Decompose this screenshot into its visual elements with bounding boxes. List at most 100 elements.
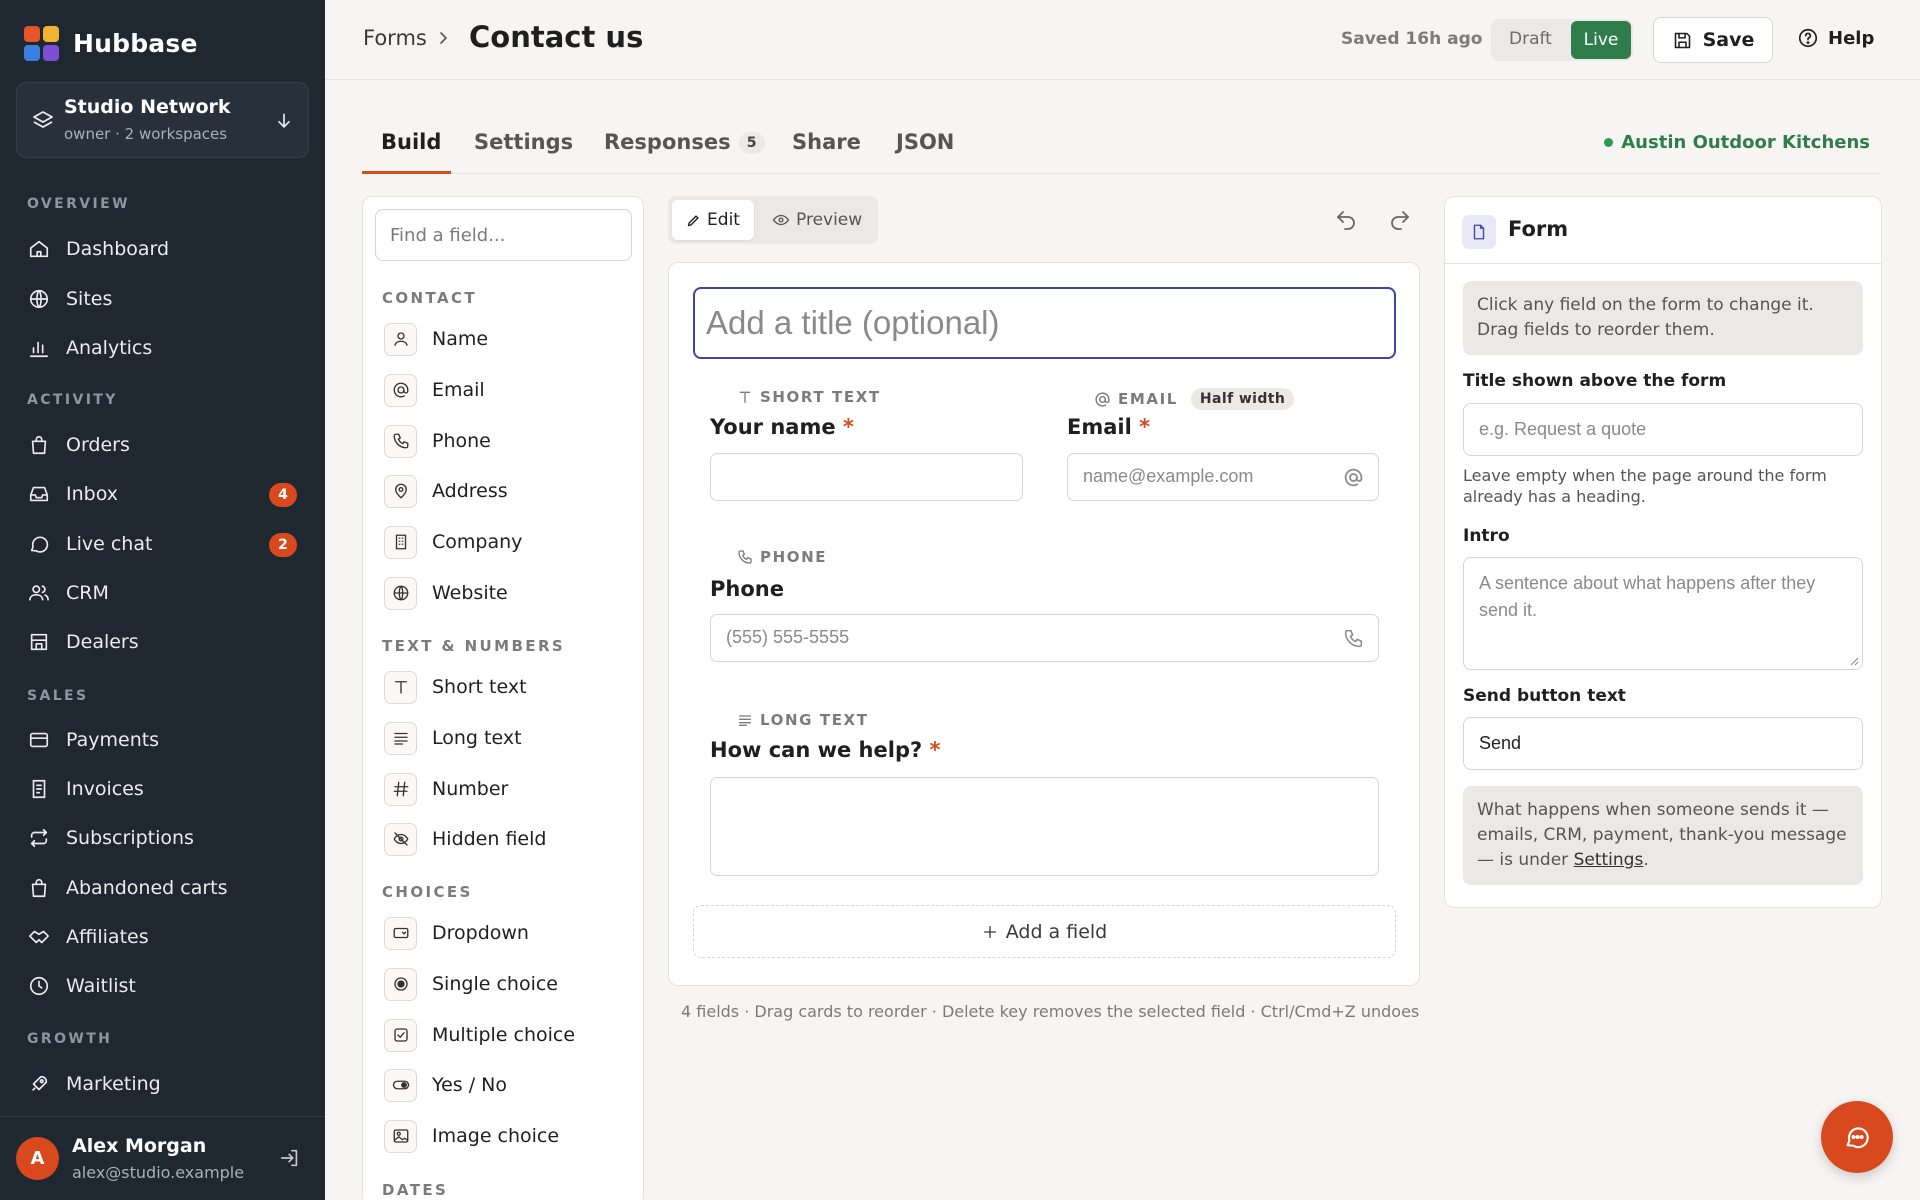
sidebar-item-payments[interactable]: Payments [16,719,309,761]
tab-responses-label: Responses [604,130,731,154]
logout-icon[interactable] [279,1147,301,1169]
sidebar-item-label: Payments [66,729,160,751]
required-marker: * [1139,415,1151,439]
palette-item-hidden-field[interactable]: Hidden field [384,819,624,859]
sidebar-item-affiliates[interactable]: Affiliates [16,916,309,958]
phone-icon [738,550,752,564]
palette-item-yes-no[interactable]: Yes / No [384,1065,624,1105]
tab-bar: Build Settings Responses 5 Share JSON Aus… [362,118,1882,174]
palette-item-number[interactable]: Number [384,769,624,809]
palette-item-website[interactable]: Website [384,573,624,613]
field-caption-text: LONG TEXT [760,711,869,729]
settings-link[interactable]: Settings [1574,850,1644,870]
clock-icon [28,975,50,997]
send-button-text-input[interactable]: Send [1463,717,1863,770]
help-icon [1798,28,1818,48]
sidebar-item-subscriptions[interactable]: Subscriptions [16,817,309,859]
sidebar-item-orders[interactable]: Orders [16,424,309,466]
sidebar-item-analytics[interactable]: Analytics [16,327,309,369]
field-label-how-can-we-help[interactable]: How can we help? * [710,738,940,762]
sidebar-item-label: Invoices [66,778,144,800]
palette-item-name[interactable]: Name [384,319,624,359]
chat-icon [28,533,50,555]
sidebar-item-label: Abandoned carts [66,877,228,899]
form-title-setting-input[interactable]: e.g. Request a quote [1463,403,1863,456]
preview-mode-button[interactable]: Preview [772,200,862,240]
field-label-email[interactable]: Email * [1067,415,1150,439]
arrow-down-icon [278,113,290,129]
palette-item-address[interactable]: Address [384,471,624,511]
sidebar-item-waitlist[interactable]: Waitlist [16,965,309,1007]
your-name-input[interactable] [710,453,1023,501]
field-label-phone[interactable]: Phone [710,577,784,601]
palette-item-image-choice[interactable]: Image choice [384,1116,624,1156]
edit-mode-button[interactable]: Edit [672,200,754,240]
sidebar-item-live-chat[interactable]: Live chat 2 [16,523,309,565]
sidebar-item-sites[interactable]: Sites [16,278,309,320]
sidebar-item-label: Sites [66,288,113,310]
redo-icon[interactable] [1388,208,1412,232]
field-type-caption: SHORT TEXT [737,388,881,406]
status-live-option[interactable]: Live [1571,21,1631,59]
save-button[interactable]: Save [1653,17,1773,63]
palette-item-label: Long text [432,727,522,749]
workspace-name: Studio Network [64,96,231,118]
sidebar-item-label: Analytics [66,337,153,359]
palette-item-label: Multiple choice [432,1024,576,1046]
form-canvas: SHORT TEXT Your name * EMAIL Half width … [668,262,1420,986]
sidebar-item-dashboard[interactable]: Dashboard [16,228,309,270]
find-field-input[interactable] [375,209,632,261]
required-marker: * [929,738,941,762]
help-button[interactable]: Help [1797,27,1874,49]
intro-textarea[interactable]: A sentence about what happens after they… [1463,557,1863,670]
breadcrumb-forms[interactable]: Forms [363,26,427,50]
preview-mode-label: Preview [796,210,863,230]
sidebar-item-abandoned-carts[interactable]: Abandoned carts [16,867,309,909]
brand[interactable]: Hubbase [24,26,198,61]
palette-item-label: Image choice [432,1125,560,1147]
palette-item-short-text[interactable]: Short text [384,667,624,707]
sidebar-item-label: Waitlist [66,975,136,997]
sidebar-item-label: Dealers [66,631,139,653]
workspace-switcher[interactable]: Studio Network owner · 2 workspaces [16,82,309,158]
user-profile[interactable]: A Alex Morgan alex@studio.example [0,1116,325,1200]
form-inspector: Form Click any field on the form to chan… [1444,196,1882,908]
palette-item-multiple-choice[interactable]: Multiple choice [384,1015,624,1055]
palette-item-long-text[interactable]: Long text [384,718,624,758]
tab-settings[interactable]: Settings [474,130,573,154]
chevron-right-icon [440,32,448,44]
resize-handle-icon[interactable] [1849,656,1859,666]
field-label-text: Your name [710,415,836,439]
how-can-we-help-textarea[interactable] [710,777,1379,876]
tab-responses[interactable]: Responses 5 [604,130,765,154]
field-label-your-name[interactable]: Your name * [710,415,854,439]
field-type-caption: EMAIL Half width [1094,388,1295,410]
email-input[interactable]: name@example.com [1067,453,1379,501]
tab-share[interactable]: Share [792,130,861,154]
phone-icon [1344,629,1363,648]
sidebar-item-dealers[interactable]: Dealers [16,621,309,663]
site-label[interactable]: Austin Outdoor Kitchens [1604,132,1870,153]
sidebar-item-inbox[interactable]: Inbox 4 [16,473,309,515]
palette-item-phone[interactable]: Phone [384,421,624,461]
tab-build[interactable]: Build [381,130,441,154]
brand-name: Hubbase [73,29,198,58]
tab-json[interactable]: JSON [896,130,954,154]
undo-icon[interactable] [1334,208,1358,232]
palette-section-dates: DATES [382,1181,449,1199]
phone-input[interactable]: (555) 555-5555 [710,614,1379,662]
add-field-button[interactable]: Add a field [693,905,1396,958]
chat-launcher-button[interactable] [1821,1101,1893,1173]
palette-item-dropdown[interactable]: Dropdown [384,913,624,953]
sidebar-item-crm[interactable]: CRM [16,572,309,614]
paragraph-icon [739,715,751,726]
form-title-input[interactable] [693,287,1396,359]
palette-item-company[interactable]: Company [384,522,624,562]
status-draft-option[interactable]: Draft [1509,29,1552,49]
palette-item-single-choice[interactable]: Single choice [384,964,624,1004]
palette-item-label: Single choice [432,973,558,995]
palette-item-email[interactable]: Email [384,370,624,410]
sidebar-item-invoices[interactable]: Invoices [16,768,309,810]
sidebar-item-marketing[interactable]: Marketing [16,1063,309,1105]
sidebar-item-label: Dashboard [66,238,170,260]
